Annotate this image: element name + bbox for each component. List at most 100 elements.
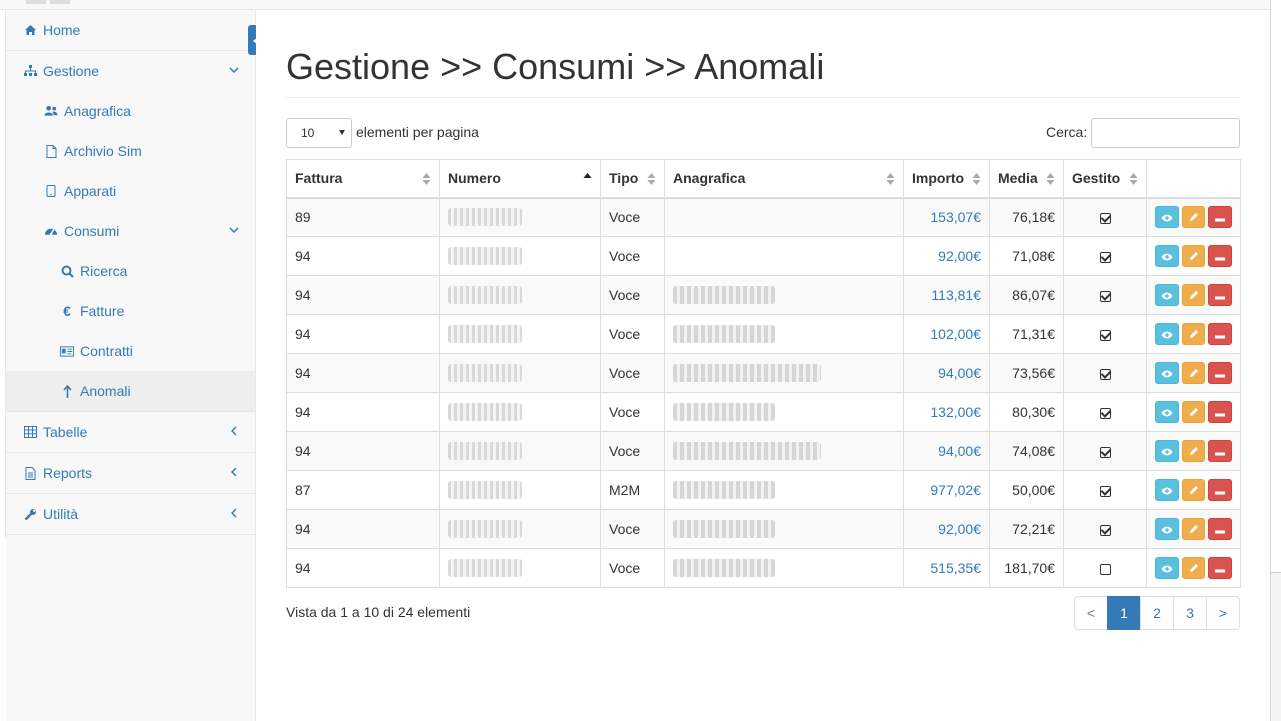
- pencil-icon: [1189, 248, 1199, 264]
- view-button[interactable]: [1155, 557, 1179, 579]
- delete-button[interactable]: [1208, 440, 1233, 462]
- delete-button[interactable]: [1208, 557, 1233, 579]
- pencil-icon: [1189, 326, 1199, 342]
- edit-button[interactable]: [1181, 479, 1206, 501]
- sidebar-item-reports[interactable]: Reports: [6, 453, 255, 494]
- cell-importo[interactable]: 977,02€: [903, 470, 990, 510]
- cell-anagrafica: [664, 509, 904, 549]
- edit-button[interactable]: [1181, 401, 1206, 423]
- sidebar-item-archivio-sim[interactable]: Archivio Sim: [6, 131, 255, 171]
- sidebar-item-anagrafica[interactable]: Anagrafica: [6, 91, 255, 131]
- sidebar-item-contratti[interactable]: Contratti: [6, 331, 255, 371]
- view-button[interactable]: [1155, 323, 1179, 345]
- sidebar-item-tabelle[interactable]: Tabelle: [6, 412, 255, 453]
- sidebar-item-utilita[interactable]: Utilità: [6, 494, 255, 535]
- eye-icon: [1161, 248, 1173, 264]
- caret-down-icon: [339, 130, 345, 135]
- gestito-checkbox-icon: [1099, 524, 1111, 536]
- view-button[interactable]: [1155, 440, 1179, 462]
- cell-importo[interactable]: 94,00€: [903, 353, 990, 393]
- column-header-tipo[interactable]: Tipo: [600, 159, 665, 199]
- sidebar-item-gestione[interactable]: Gestione: [6, 51, 255, 91]
- sidebar-item-label: Consumi: [64, 223, 120, 239]
- pagination-page-2[interactable]: 2: [1140, 596, 1174, 630]
- cell-gestito: [1063, 314, 1147, 354]
- edit-button[interactable]: [1181, 206, 1206, 229]
- cell-actions: [1146, 197, 1241, 237]
- delete-button[interactable]: [1208, 518, 1233, 540]
- view-button[interactable]: [1155, 284, 1179, 306]
- cell-importo[interactable]: 92,00€: [903, 236, 990, 276]
- pagination-next[interactable]: >: [1206, 596, 1240, 630]
- pagination-page-3[interactable]: 3: [1173, 596, 1207, 630]
- scrollbar-track[interactable]: [1271, 572, 1281, 721]
- eye-icon: [1161, 404, 1173, 420]
- edit-button[interactable]: [1181, 284, 1206, 306]
- minus-icon: [1215, 482, 1226, 498]
- cell-anagrafica: [664, 470, 904, 510]
- cell-media: 74,08€: [989, 431, 1064, 471]
- column-header-anagrafica[interactable]: Anagrafica: [664, 159, 904, 199]
- cell-importo[interactable]: 92,00€: [903, 509, 990, 549]
- column-header-gestito[interactable]: Gestito: [1063, 159, 1147, 199]
- sidebar-item-consumi[interactable]: Consumi: [6, 211, 255, 251]
- column-header-numero[interactable]: Numero: [439, 159, 601, 199]
- sidebar-item-anomali[interactable]: Anomali: [6, 371, 255, 411]
- cell-gestito: [1063, 392, 1147, 432]
- view-button[interactable]: [1155, 362, 1179, 384]
- redacted-anagrafica: [673, 325, 775, 344]
- navbar-button[interactable]: [50, 0, 70, 4]
- delete-button[interactable]: [1208, 245, 1233, 267]
- sidebar-item-fatture[interactable]: € Fatture: [6, 291, 255, 331]
- sidebar-item-home[interactable]: Home: [6, 10, 255, 51]
- cell-importo[interactable]: 515,35€: [903, 548, 990, 588]
- cell-importo[interactable]: 153,07€: [903, 197, 990, 237]
- navbar-button[interactable]: [26, 0, 46, 4]
- edit-button[interactable]: [1181, 245, 1206, 267]
- cell-numero: [439, 236, 601, 276]
- cell-importo[interactable]: 132,00€: [903, 392, 990, 432]
- column-header-fattura[interactable]: Fattura: [286, 159, 440, 199]
- view-button[interactable]: [1155, 479, 1179, 501]
- table-icon: [23, 425, 37, 439]
- chevron-down-icon: [227, 223, 241, 237]
- view-button[interactable]: [1155, 245, 1179, 267]
- sidebar-item-ricerca[interactable]: Ricerca: [6, 251, 255, 291]
- edit-button[interactable]: [1181, 323, 1206, 345]
- delete-button[interactable]: [1208, 323, 1233, 345]
- search-icon: [60, 264, 74, 278]
- delete-button[interactable]: [1208, 284, 1233, 306]
- column-header-media[interactable]: Media: [989, 159, 1064, 199]
- delete-button[interactable]: [1208, 362, 1233, 384]
- home-icon: [23, 23, 37, 37]
- pagination-page-1[interactable]: 1: [1107, 596, 1141, 630]
- edit-button[interactable]: [1181, 518, 1206, 540]
- chevron-left-icon: [227, 465, 241, 479]
- cell-tipo: Voce: [600, 314, 665, 354]
- delete-button[interactable]: [1208, 401, 1233, 423]
- gestito-checkbox-icon: [1099, 407, 1111, 419]
- edit-button[interactable]: [1181, 440, 1206, 462]
- pencil-icon: [1189, 209, 1199, 225]
- view-button[interactable]: [1155, 206, 1179, 229]
- gestito-checkbox-icon: [1099, 446, 1111, 458]
- eye-icon: [1161, 326, 1173, 342]
- delete-button[interactable]: [1208, 479, 1233, 501]
- window-scrollbar[interactable]: [1270, 0, 1281, 721]
- edit-button[interactable]: [1181, 362, 1206, 384]
- page-length-select[interactable]: 10: [286, 118, 352, 148]
- pagination-prev[interactable]: <: [1074, 596, 1108, 630]
- column-header-importo[interactable]: Importo: [903, 159, 990, 199]
- anomalies-table: Fattura Numero Tipo Anagrafica Importo M…: [286, 159, 1241, 588]
- search-input[interactable]: [1091, 118, 1240, 148]
- cell-importo[interactable]: 113,81€: [903, 275, 990, 315]
- edit-button[interactable]: [1181, 557, 1206, 579]
- view-button[interactable]: [1155, 401, 1179, 423]
- delete-button[interactable]: [1208, 206, 1233, 229]
- cell-importo[interactable]: 94,00€: [903, 431, 990, 471]
- view-button[interactable]: [1155, 518, 1179, 540]
- cell-media: 86,07€: [989, 275, 1064, 315]
- sidebar-item-label: Archivio Sim: [64, 143, 142, 159]
- sidebar-item-apparati[interactable]: Apparati: [6, 171, 255, 211]
- cell-importo[interactable]: 102,00€: [903, 314, 990, 354]
